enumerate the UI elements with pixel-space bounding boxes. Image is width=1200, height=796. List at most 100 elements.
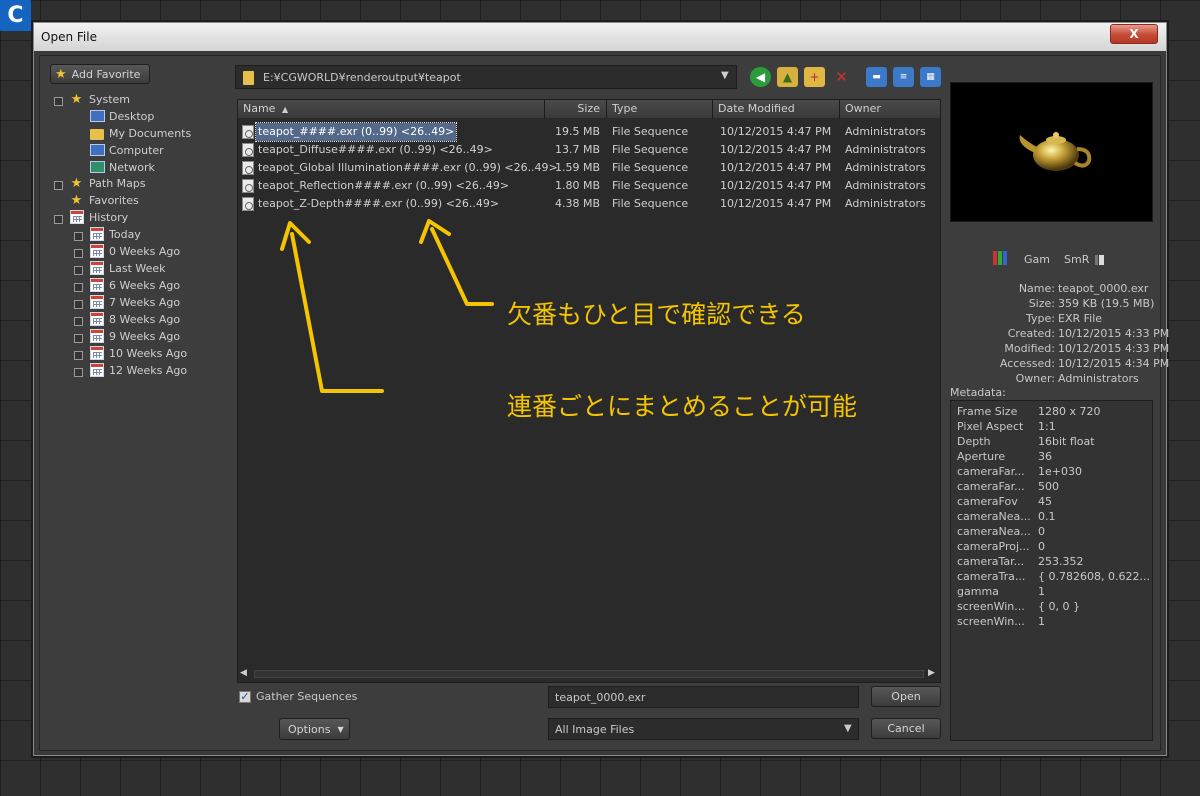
column-name[interactable]: Name ▲ (238, 100, 545, 118)
alpha-icon[interactable] (1095, 255, 1104, 265)
tree-item-path-maps[interactable]: Path Maps (89, 176, 146, 192)
new-folder-icon[interactable]: + (804, 67, 825, 87)
gather-sequences-checkbox[interactable]: ✓ (239, 691, 251, 703)
file-date: 10/12/2015 4:47 PM (720, 179, 832, 192)
file-type: File Sequence (612, 197, 689, 210)
tree-item-8-weeks-ago[interactable]: 8 Weeks Ago (109, 312, 180, 328)
tree-item-last-week[interactable]: Last Week (109, 261, 166, 277)
metadata-key: cameraTra... (957, 570, 1026, 583)
table-row[interactable]: teapot_####.exr (0..99) <26..49> 19.5 MB… (238, 122, 940, 142)
file-name: teapot_Z-Depth####.exr (0..99) <26..49> (258, 197, 500, 210)
tree-item-0-weeks-ago[interactable]: 0 Weeks Ago (109, 244, 180, 260)
path-combobox[interactable]: E:¥CGWORLD¥renderoutput¥teapot ▼ (235, 65, 737, 89)
tree-item-6-weeks-ago[interactable]: 6 Weeks Ago (109, 278, 180, 294)
checkbox-6-weeks[interactable] (74, 283, 83, 292)
computer-icon (90, 144, 105, 156)
tree-item-favorites[interactable]: Favorites (89, 193, 139, 209)
checkbox-9-weeks[interactable] (74, 334, 83, 343)
info-value: teapot_0000.exr (1058, 282, 1149, 295)
tree-item-system[interactable]: System (89, 92, 130, 108)
table-row[interactable]: teapot_Global Illumination####.exr (0..9… (238, 159, 940, 177)
checkbox-8-weeks[interactable] (74, 317, 83, 326)
view-list-icon[interactable]: ≡ (893, 67, 914, 87)
view-details-icon[interactable]: ▦ (920, 67, 941, 87)
expander-history[interactable] (54, 215, 63, 224)
metadata-value: 45 (1038, 495, 1052, 508)
column-type-label: Type (612, 102, 638, 115)
tree-item-7-weeks-ago[interactable]: 7 Weeks Ago (109, 295, 180, 311)
checkbox-10-weeks[interactable] (74, 351, 83, 360)
window-title: Open File (41, 30, 97, 44)
sort-ascending-icon: ▲ (281, 105, 289, 114)
column-owner-label: Owner (845, 102, 881, 115)
info-label: Name: (1018, 282, 1055, 295)
favorites-tree: ★ System Desktop My Documents Computer N… (50, 92, 230, 402)
smr-toggle[interactable]: SmR (1064, 253, 1089, 266)
tree-item-10-weeks-ago[interactable]: 10 Weeks Ago (109, 346, 187, 362)
open-button[interactable]: Open (871, 686, 941, 707)
scroll-left-icon[interactable]: ◀ (240, 668, 247, 678)
file-type-filter[interactable]: All Image Files ▼ (548, 718, 859, 740)
info-value: EXR File (1058, 312, 1103, 325)
checkbox-today[interactable] (74, 232, 83, 241)
annotation-missing-frames: 欠番もひと目で確認できる (507, 300, 806, 329)
gamma-toggle[interactable]: Gam (1024, 253, 1050, 266)
file-type: File Sequence (612, 143, 689, 156)
metadata-value: 1 (1038, 585, 1045, 598)
chevron-down-icon[interactable]: ▼ (844, 723, 852, 734)
file-date: 10/12/2015 4:47 PM (720, 125, 832, 138)
tree-item-desktop[interactable]: Desktop (109, 109, 154, 125)
info-label: Size: (1028, 297, 1055, 310)
file-type: File Sequence (612, 179, 689, 192)
tree-item-12-weeks-ago[interactable]: 12 Weeks Ago (109, 363, 187, 379)
annotation-sequences: 連番ごとにまとめることが可能 (507, 392, 858, 421)
star-icon: ★ (70, 193, 83, 208)
table-row[interactable]: teapot_Reflection####.exr (0..99) <26..4… (238, 177, 940, 195)
horizontal-scrollbar[interactable]: ◀ ▶ (238, 666, 940, 682)
checkbox-last-week[interactable] (74, 266, 83, 275)
scrollbar-track[interactable] (254, 670, 924, 678)
column-date-label: Date Modified (718, 102, 795, 115)
file-size: 1.59 MB (554, 161, 600, 174)
metadata-key: cameraFar... (957, 480, 1025, 493)
up-folder-icon[interactable]: ▲ (777, 67, 798, 87)
metadata-value: 253.352 (1038, 555, 1084, 568)
metadata-key: screenWin... (957, 615, 1025, 628)
column-owner[interactable]: Owner (840, 100, 940, 118)
checkbox-7-weeks[interactable] (74, 300, 83, 309)
close-button[interactable]: X (1110, 24, 1158, 44)
gather-sequences-label: Gather Sequences (256, 690, 358, 703)
tree-item-network[interactable]: Network (109, 160, 155, 176)
options-button[interactable]: Options ▼ (279, 718, 350, 740)
tree-item-computer[interactable]: Computer (109, 143, 164, 159)
add-favorite-button[interactable]: ★ Add Favorite (50, 64, 150, 84)
tree-item-9-weeks-ago[interactable]: 9 Weeks Ago (109, 329, 180, 345)
back-icon[interactable]: ◀ (750, 67, 771, 87)
checkbox-0-weeks[interactable] (74, 249, 83, 258)
table-row[interactable]: teapot_Diffuse####.exr (0..99) <26..49> … (238, 141, 940, 159)
column-size[interactable]: Size (545, 100, 607, 118)
expander-system[interactable] (54, 97, 63, 106)
cancel-button[interactable]: Cancel (871, 718, 941, 739)
column-date-modified[interactable]: Date Modified (713, 100, 840, 118)
chevron-down-icon[interactable]: ▼ (721, 70, 729, 81)
delete-icon[interactable]: ✕ (831, 67, 852, 87)
filename-input[interactable]: teapot_0000.exr (548, 686, 859, 708)
tree-item-today[interactable]: Today (109, 227, 141, 243)
path-value: E:¥CGWORLD¥renderoutput¥teapot (263, 71, 461, 84)
table-row[interactable]: teapot_Z-Depth####.exr (0..99) <26..49> … (238, 195, 940, 213)
column-type[interactable]: Type (607, 100, 713, 118)
rgb-channels-icon[interactable] (993, 251, 1007, 265)
metadata-key: Pixel Aspect (957, 420, 1024, 433)
network-icon (90, 161, 105, 173)
scroll-right-icon[interactable]: ▶ (928, 668, 935, 678)
expander-path-maps[interactable] (54, 181, 63, 190)
file-date: 10/12/2015 4:47 PM (720, 143, 832, 156)
tree-item-history[interactable]: History (89, 210, 128, 226)
info-label: Accessed: (999, 357, 1055, 370)
tree-item-my-documents[interactable]: My Documents (109, 126, 191, 142)
title-bar[interactable]: Open File X (34, 23, 1166, 51)
file-owner: Administrators (845, 161, 926, 174)
checkbox-12-weeks[interactable] (74, 368, 83, 377)
view-thumbnail-icon[interactable]: ▬ (866, 67, 887, 87)
